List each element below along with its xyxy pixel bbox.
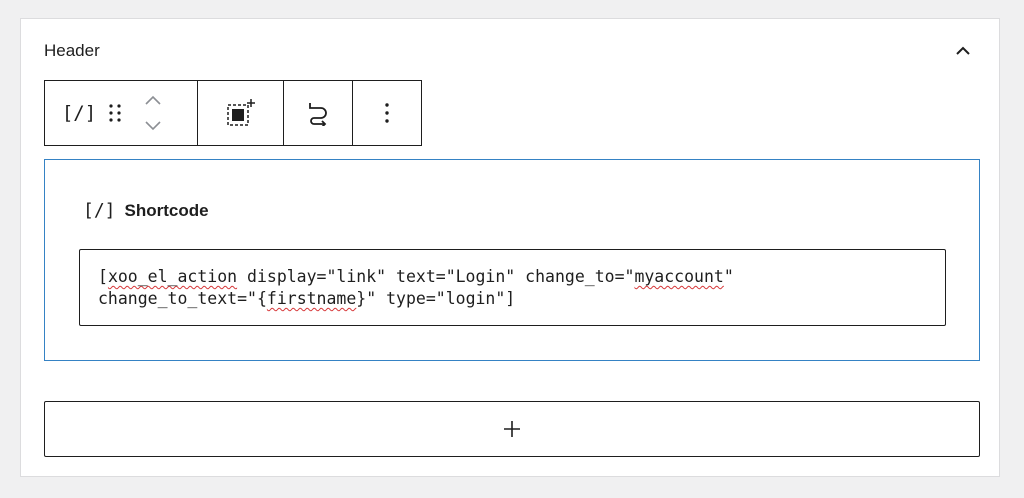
code-prefix: [	[98, 267, 108, 286]
shortcode-block[interactable]: [/] Shortcode [xoo_el_action display="li…	[44, 159, 980, 361]
shortcode-icon: [/]	[61, 102, 97, 124]
toolbar-group-options	[353, 81, 421, 145]
move-down-button[interactable]	[144, 113, 162, 139]
toolbar-group-transform	[284, 81, 353, 145]
block-label: [/] Shortcode	[83, 200, 209, 221]
drag-handle-icon	[109, 104, 121, 122]
select-parent-icon	[226, 99, 255, 126]
chevron-up-icon	[956, 46, 970, 55]
block-type-button[interactable]: [/]	[55, 89, 103, 137]
code-text: display="link" text="Login" change_to="	[237, 267, 635, 286]
more-options-button[interactable]	[367, 89, 407, 137]
block-toolbar: [/]	[44, 80, 422, 146]
select-parent-button[interactable]	[217, 89, 265, 137]
transform-button[interactable]	[294, 89, 342, 137]
misspelled-word: myaccount	[634, 267, 724, 286]
code-suffix: }" type="login"]	[356, 289, 516, 308]
block-movers	[133, 83, 173, 143]
chevron-down-icon	[145, 121, 161, 131]
add-block-button[interactable]	[44, 401, 980, 457]
chevron-up-icon	[145, 95, 161, 105]
panel-title: Header	[44, 41, 100, 60]
drag-handle-button[interactable]	[103, 89, 127, 137]
loop-arrow-icon	[309, 103, 327, 126]
shortcode-icon: [/]	[83, 200, 116, 221]
plus-icon	[504, 421, 520, 437]
collapse-button[interactable]	[949, 39, 977, 63]
vertical-ellipsis-icon	[385, 103, 389, 123]
shortcode-input[interactable]: [xoo_el_action display="link" text="Logi…	[79, 249, 946, 326]
misspelled-word: firstname	[266, 289, 357, 308]
misspelled-word: xoo_el_action	[107, 267, 238, 286]
toolbar-group-block: [/]	[45, 81, 198, 145]
move-up-button[interactable]	[144, 87, 162, 113]
block-label-text: Shortcode	[124, 200, 209, 220]
header-panel: Header [/] [/] Shortcode [xoo_el_action …	[20, 18, 1000, 477]
toolbar-group-select	[198, 81, 284, 145]
